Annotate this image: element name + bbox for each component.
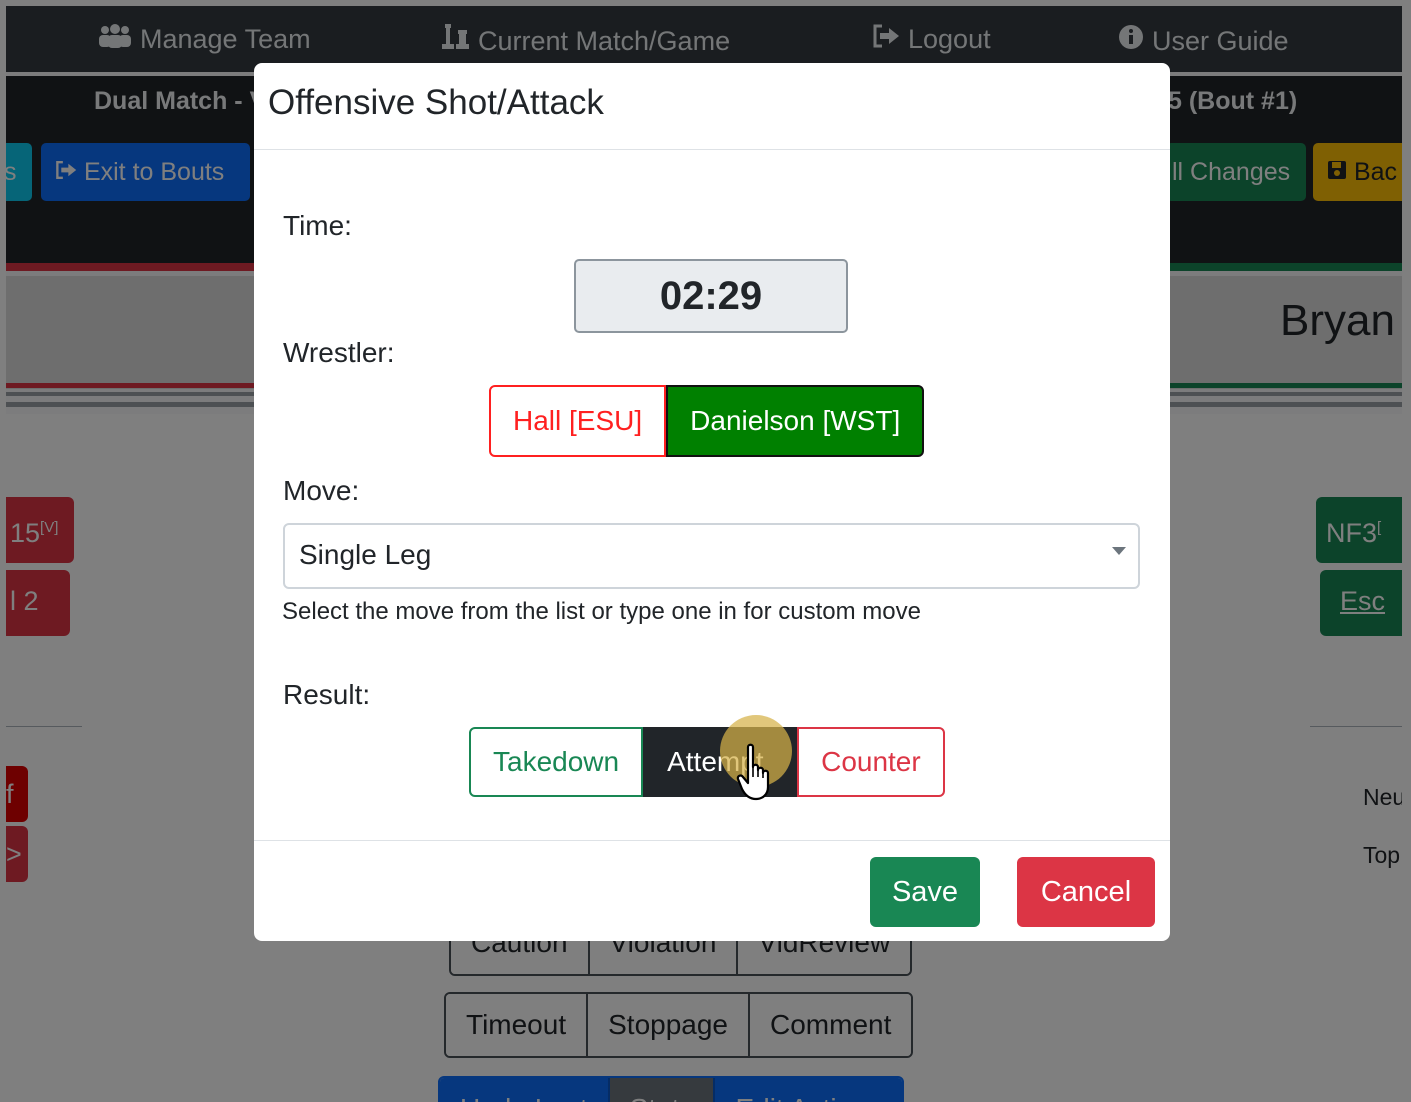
move-select[interactable]: Single Leg (283, 523, 1140, 589)
cancel-button[interactable]: Cancel (1017, 857, 1155, 927)
wrestler-green-button[interactable]: Danielson [WST] (666, 385, 925, 457)
wrestler-selector: Hall [ESU] Danielson [WST] (489, 385, 925, 457)
save-button[interactable]: Save (870, 857, 980, 927)
move-label: Move: (283, 475, 360, 506)
move-select-value: Single Leg (299, 539, 432, 570)
result-selector: Takedown Attempt Counter (469, 727, 945, 797)
hand-pointer-cursor-icon (736, 743, 776, 803)
result-counter-button[interactable]: Counter (797, 727, 945, 797)
wrestler-label: Wrestler: (283, 337, 395, 368)
modal-title: Offensive Shot/Attack (268, 83, 604, 122)
move-help-text: Select the move from the list or type on… (282, 598, 921, 625)
result-takedown-button[interactable]: Takedown (469, 727, 644, 797)
modal-header: Offensive Shot/Attack (254, 63, 1170, 150)
result-label: Result: (283, 679, 371, 710)
wrestler-red-button[interactable]: Hall [ESU] (489, 385, 667, 457)
offensive-shot-modal: Offensive Shot/Attack Time: 02:29 Wrestl… (254, 63, 1170, 941)
time-label: Time: (283, 210, 352, 241)
dropdown-caret-icon (1112, 547, 1126, 555)
time-display[interactable]: 02:29 (574, 259, 848, 333)
modal-footer-divider (254, 840, 1170, 841)
